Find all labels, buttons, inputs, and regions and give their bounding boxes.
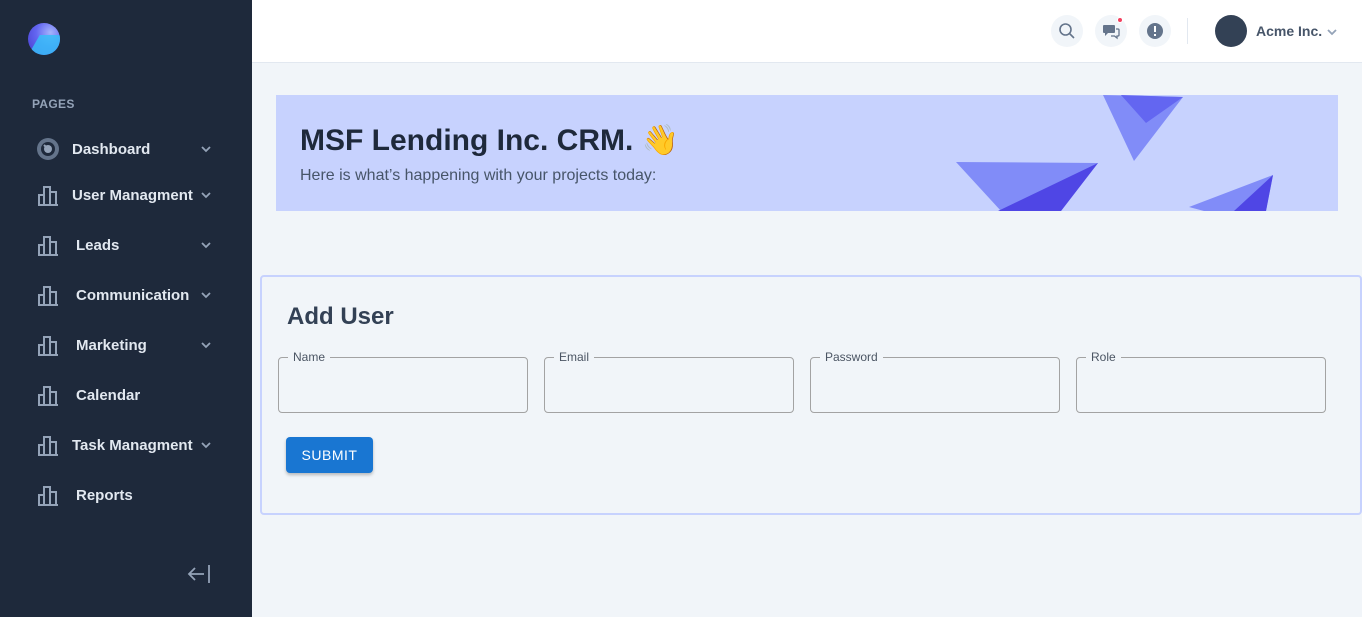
role-field[interactable]: Role (1076, 350, 1326, 413)
sidebar: PAGES Dashboard User Managment Leads Com… (0, 0, 252, 617)
avatar (1215, 15, 1247, 47)
name-input[interactable] (279, 358, 527, 412)
sidebar-item-user-managment[interactable]: User Managment (36, 181, 216, 209)
chevron-down-icon (201, 292, 211, 299)
bar-chart-icon (36, 233, 60, 257)
bar-chart-icon (36, 183, 60, 207)
collapse-sidebar-button[interactable] (186, 562, 212, 586)
chevron-down-icon (1327, 29, 1337, 36)
sidebar-item-label: Communication (76, 286, 190, 304)
header-divider (1187, 18, 1188, 44)
bar-chart-icon (36, 383, 60, 407)
sidebar-item-label: User Managment (72, 186, 193, 204)
sidebar-item-leads[interactable]: Leads (36, 231, 216, 259)
welcome-banner: MSF Lending Inc. CRM. 👋 Here is what’s h… (276, 95, 1338, 211)
account-name: Acme Inc. (1256, 23, 1323, 39)
bar-chart-icon (36, 283, 60, 307)
bar-chart-icon (36, 333, 60, 357)
name-field[interactable]: Name (278, 350, 528, 413)
collapse-sidebar-icon (187, 565, 210, 583)
bar-chart-icon (36, 433, 60, 457)
submit-button[interactable]: SUBMIT (286, 437, 373, 473)
top-header: Acme Inc. (252, 0, 1362, 63)
sidebar-item-marketing[interactable]: Marketing (36, 331, 216, 359)
search-icon (1059, 23, 1075, 39)
role-input[interactable] (1077, 358, 1325, 412)
sidebar-item-label: Reports (76, 486, 133, 504)
sidebar-item-label: Marketing (76, 336, 147, 354)
notification-dot (1117, 17, 1123, 23)
page-subtitle: Here is what’s happening with your proje… (300, 167, 657, 184)
email-field[interactable]: Email (544, 350, 794, 413)
sidebar-item-dashboard[interactable]: Dashboard (36, 135, 216, 163)
sidebar-item-reports[interactable]: Reports (36, 481, 216, 509)
email-field-label: Email (554, 350, 595, 364)
page-title: MSF Lending Inc. CRM. 👋 (300, 124, 679, 157)
password-input[interactable] (811, 358, 1059, 412)
role-field-label: Role (1086, 350, 1121, 364)
sidebar-item-label: Dashboard (72, 140, 151, 158)
name-field-label: Name (288, 350, 331, 364)
password-field-label: Password (820, 350, 883, 364)
chevron-down-icon (201, 342, 211, 349)
dashboard-gauge-icon (36, 137, 60, 161)
messages-button[interactable] (1095, 15, 1127, 47)
add-user-form: Add User Name Email Password Role SUBMIT (260, 275, 1362, 515)
sidebar-item-task-managment[interactable]: Task Managment (36, 431, 216, 459)
chevron-down-icon (201, 242, 211, 249)
account-menu[interactable]: Acme Inc. (1215, 15, 1338, 47)
email-input[interactable] (545, 358, 793, 412)
sidebar-item-label: Task Managment (72, 436, 193, 454)
bar-chart-icon (36, 483, 60, 507)
sidebar-section-label: PAGES (32, 97, 75, 111)
password-field[interactable]: Password (810, 350, 1060, 413)
search-button[interactable] (1051, 15, 1083, 47)
sidebar-item-calendar[interactable]: Calendar (36, 381, 216, 409)
info-icon (1147, 23, 1163, 39)
sidebar-item-communication[interactable]: Communication (36, 281, 216, 309)
chevron-down-icon (201, 442, 211, 449)
chat-icon (1103, 25, 1120, 40)
info-button[interactable] (1139, 15, 1171, 47)
sidebar-item-label: Calendar (76, 386, 141, 404)
app-logo[interactable] (28, 23, 60, 55)
sidebar-item-label: Leads (76, 236, 120, 254)
chevron-down-icon (201, 146, 211, 153)
form-title: Add User (287, 303, 394, 330)
chevron-down-icon (201, 192, 211, 199)
